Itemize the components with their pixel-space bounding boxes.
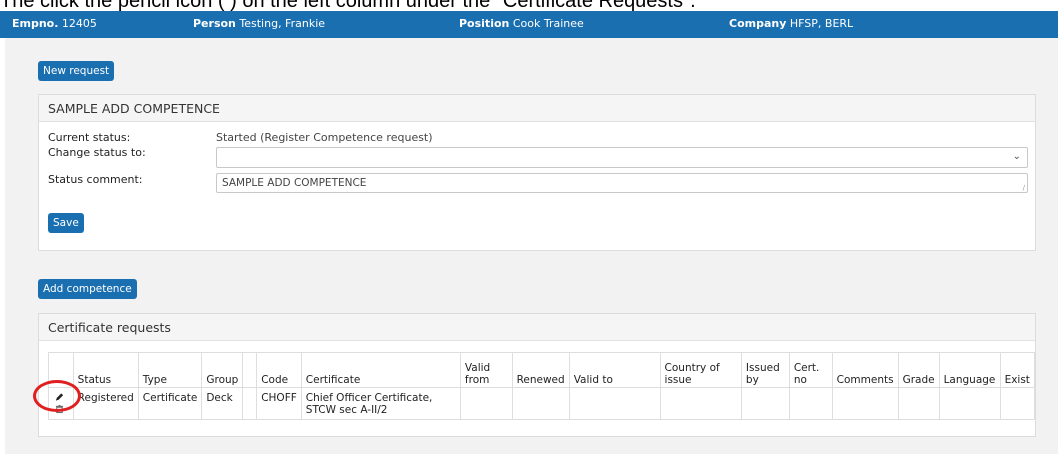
person-label: Person [193,17,236,30]
employee-header-bar: Empno. 12405 Person Testing, Frankie Pos… [0,11,1058,38]
add-competence-button[interactable]: Add competence [38,279,137,299]
table-row: Registered Certificate Deck CHOFF Chief … [48,387,1036,420]
row-cert-no [788,387,833,420]
company-value: HFSP, BERL [789,17,854,30]
certificate-requests-table: Status Type Group Code Certificate Valid… [48,352,1036,420]
person-field: Person Testing, Frankie [193,17,325,30]
empno-label: Empno. [12,17,59,30]
position-field: Position Cook Trainee [459,17,584,30]
company-field: Company HFSP, BERL [729,17,853,30]
row-issued-by [740,387,790,420]
row-status: Registered [72,387,139,420]
change-status-select[interactable]: ⌄ [216,147,1028,168]
row-renewed [511,387,570,420]
empno-value: 12405 [61,17,97,30]
col-blank [242,352,258,388]
status-comment-value: SAMPLE ADD COMPETENCE [222,177,367,189]
row-valid-to [568,387,661,420]
certificate-requests-panel: Certificate requests Status Type Group C… [38,313,1036,437]
col-cert-no: Cert. no [788,352,833,388]
company-label: Company [729,17,787,30]
col-country: Country of issue [659,352,742,388]
empno-field: Empno. 12405 [12,17,97,30]
row-country [659,387,742,420]
col-status: Status [72,352,139,388]
col-code: Code [256,352,302,388]
row-language [938,387,1001,420]
col-group: Group [201,352,244,388]
col-language: Language [938,352,1001,388]
current-status-value: Started (Register Competence request) [216,131,433,144]
instruction-text: The click the pencil icon ( ) on the lef… [0,0,696,11]
position-value: Cook Trainee [512,17,584,30]
col-renewed: Renewed [511,352,570,388]
status-comment-label: Status comment: [48,173,143,186]
col-certificate: Certificate [300,352,461,388]
request-panel-title: SAMPLE ADD COMPETENCE [39,95,1035,122]
chevron-down-icon: ⌄ [1012,151,1021,162]
col-issued-by: Issued by [740,352,790,388]
request-panel: SAMPLE ADD COMPETENCE Current status: St… [38,94,1036,251]
current-status-label: Current status: [48,131,131,144]
status-comment-textarea[interactable]: SAMPLE ADD COMPETENCE ∕ [216,173,1028,193]
row-exist [999,387,1036,420]
row-type: Certificate [137,387,203,420]
col-comments: Comments [831,352,899,388]
row-grade [897,387,940,420]
row-group: Deck [201,387,244,420]
col-grade: Grade [897,352,940,388]
col-type: Type [137,352,203,388]
new-request-button[interactable]: New request [38,61,115,81]
main-content: New request SAMPLE ADD COMPETENCE Curren… [5,38,1058,454]
save-button[interactable]: Save [48,213,84,233]
resize-grip-icon[interactable]: ∕ [1023,185,1025,192]
position-label: Position [459,17,510,30]
change-status-label: Change status to: [48,146,146,159]
col-exist: Exist [999,352,1036,388]
row-code: CHOFF [256,387,302,420]
person-value: Testing, Frankie [239,17,326,30]
row-certificate: Chief Officer Certificate, STCW sec A-II… [300,387,461,420]
highlight-circle [33,380,81,412]
col-valid-from: Valid from [459,352,513,388]
row-valid-from [459,387,513,420]
col-valid-to: Valid to [568,352,661,388]
table-header-row: Status Type Group Code Certificate Valid… [48,352,1036,388]
row-blank [242,387,258,420]
row-comments [831,387,899,420]
certificate-requests-title: Certificate requests [39,314,1035,341]
